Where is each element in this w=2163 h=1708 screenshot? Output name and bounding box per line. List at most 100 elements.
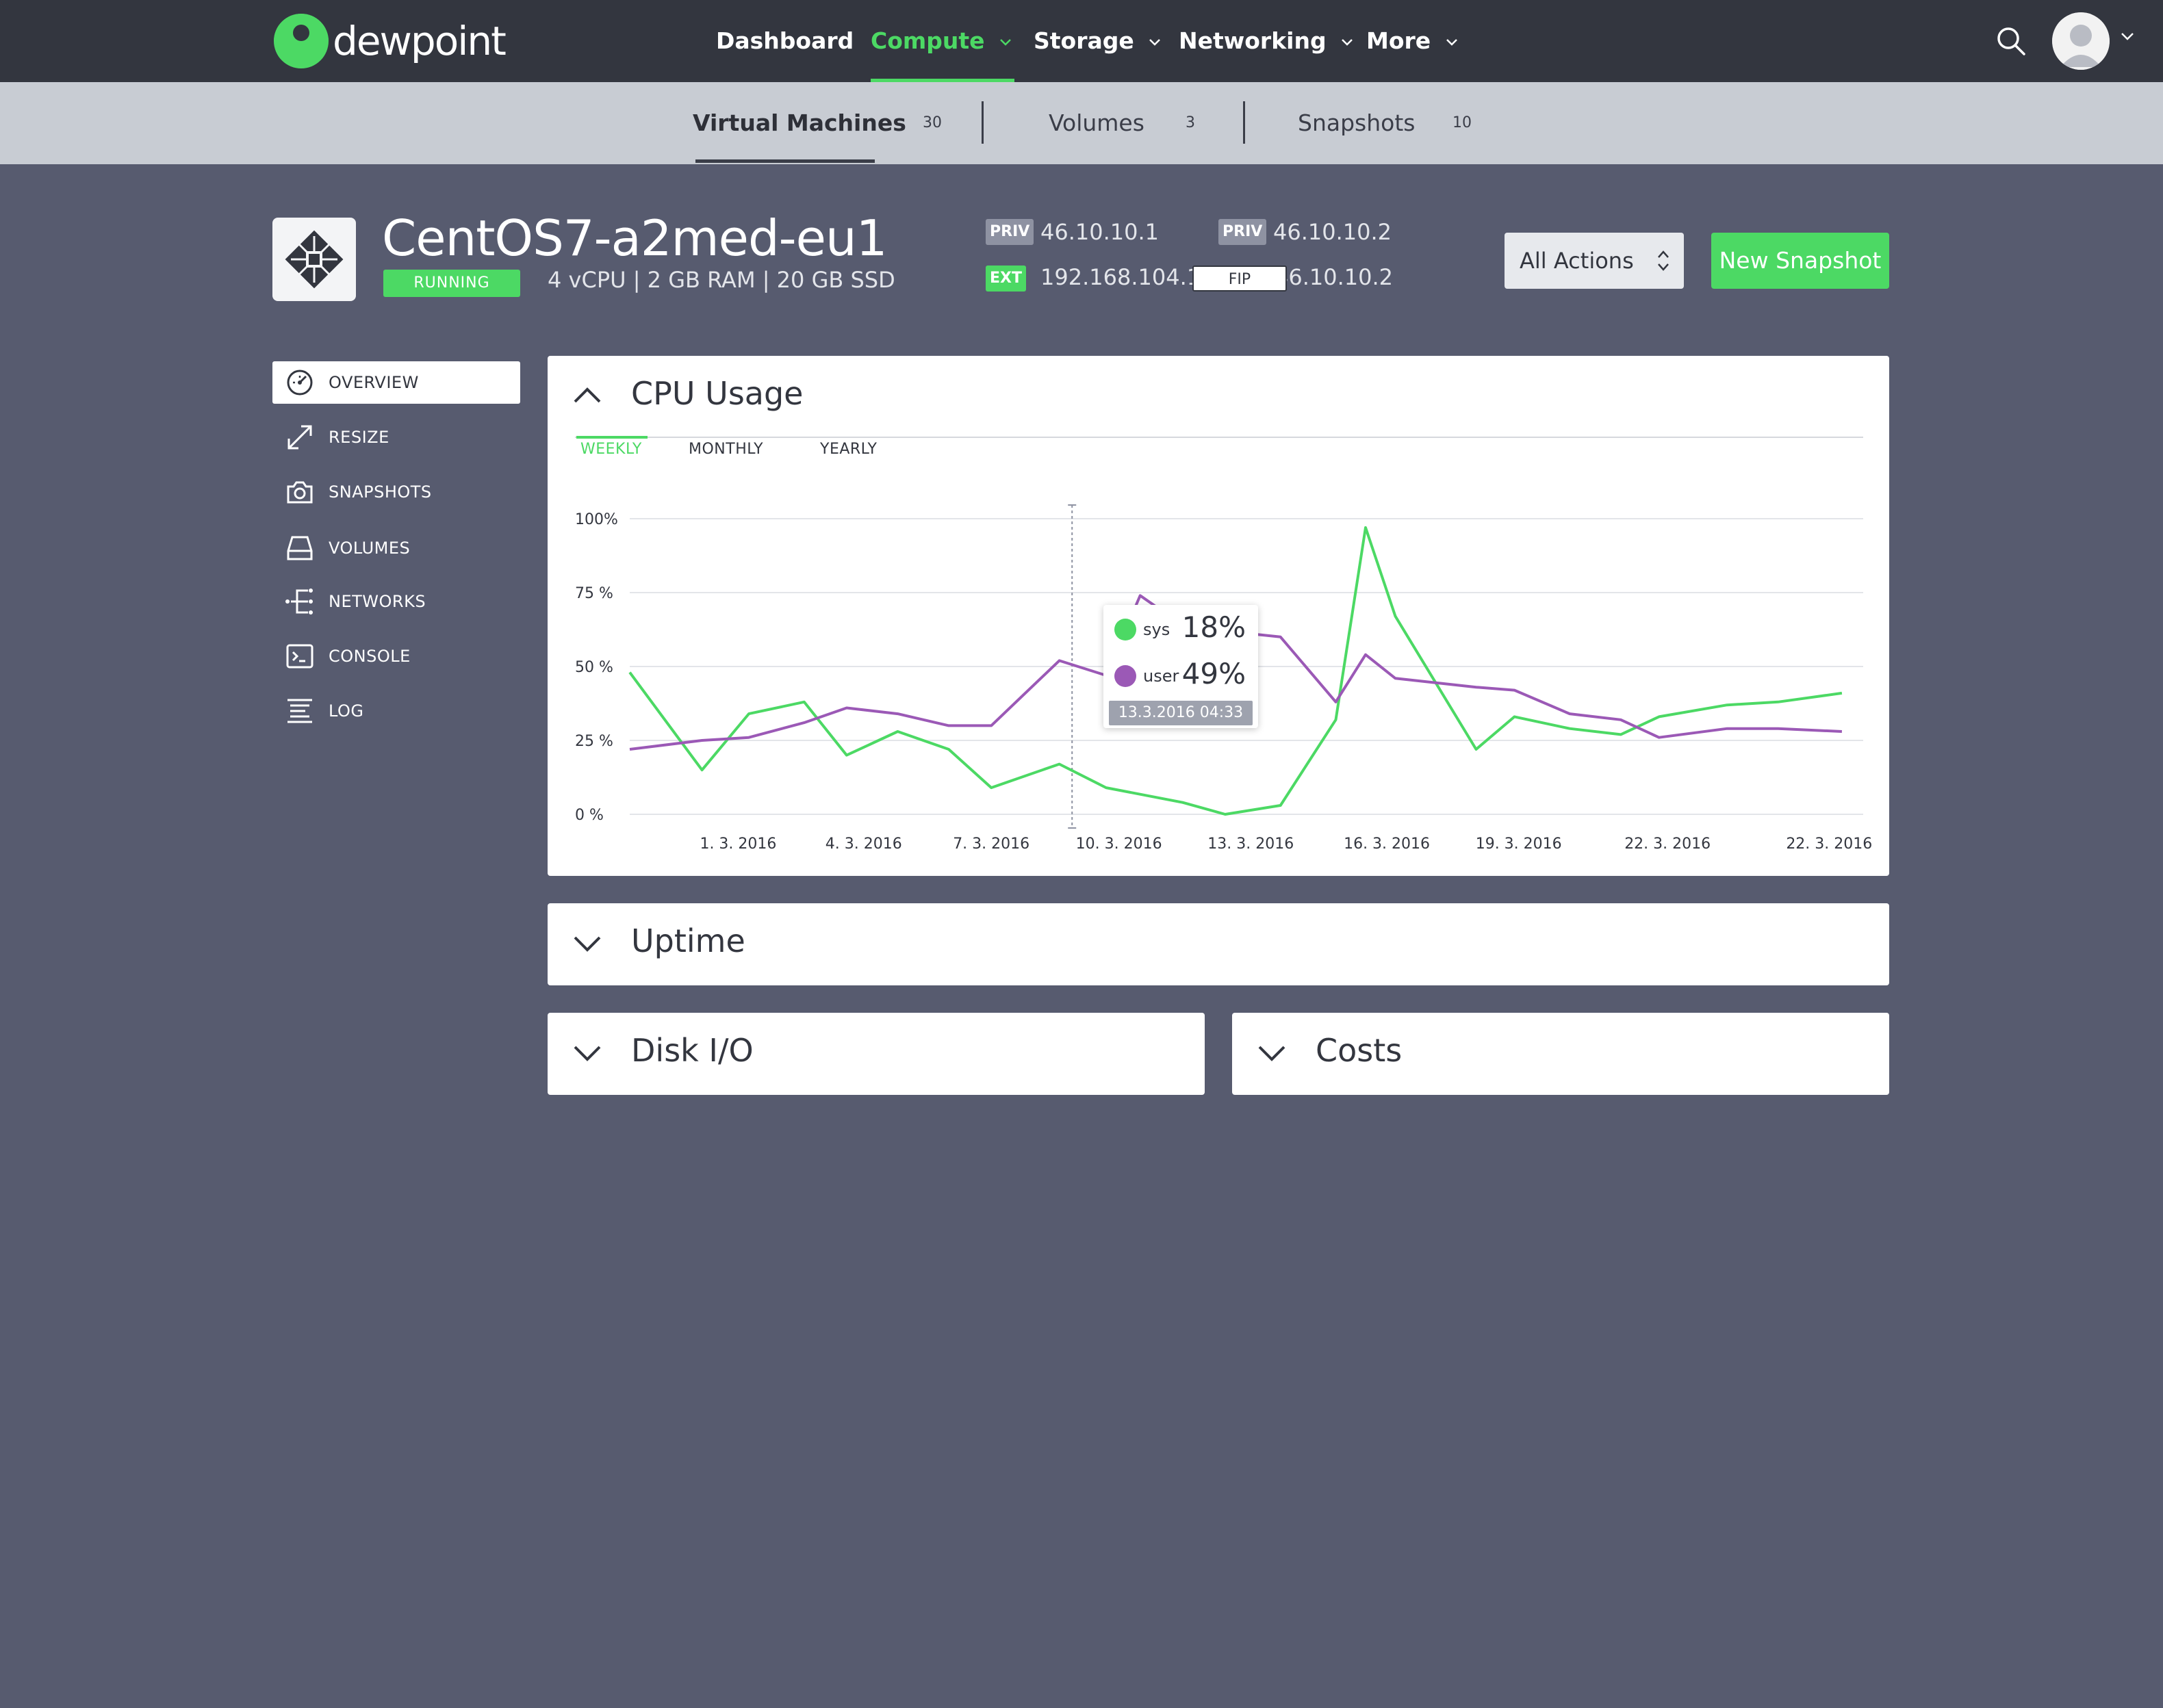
nav-label: Compute [871,27,985,54]
select-arrows-icon [1658,250,1669,271]
side-item-networks[interactable]: NETWORKS [272,580,520,623]
tooltip-date: 13.3.2016 04:33 [1109,701,1253,725]
chevron-down-icon[interactable] [572,933,602,954]
subnav-label: Snapshots [1298,109,1416,136]
subnav-count: 10 [1452,114,1472,131]
status-badge: RUNNING [383,270,520,297]
user-legend-dot [1114,665,1136,687]
subnav-label: Volumes [1049,109,1144,136]
x-tick-label: 1. 3. 2016 [700,836,776,853]
subnav-label: Virtual Machines [693,109,906,136]
side-item-overview[interactable]: OVERVIEW [272,361,520,404]
side-item-label: SNAPSHOTS [329,482,432,502]
subnav-active-indicator [695,159,875,163]
side-item-resize[interactable]: RESIZE [272,416,520,458]
chevron-down-icon[interactable] [572,1043,602,1063]
x-tick-label: 22. 3. 2016 [1624,836,1711,853]
side-item-log[interactable]: LOG [272,690,520,732]
tooltip-row-sys: sys 18% [1114,610,1251,645]
costs-panel[interactable]: Costs [1232,1013,1889,1095]
side-item-label: VOLUMES [329,539,411,558]
search-icon[interactable] [1996,26,2026,56]
chevron-down-icon[interactable] [1257,1043,1287,1063]
network-icon [285,588,313,614]
centos-os-icon [272,218,356,301]
resize-arrows-icon [287,425,312,450]
panel-title: Uptime [631,922,745,959]
vm-specs: 4 vCPU | 2 GB RAM | 20 GB SSD [548,267,895,293]
x-tick-label: 22. 3. 2016 [1786,836,1872,853]
nav-storage[interactable]: Storage [1034,0,1161,82]
all-actions-select[interactable]: All Actions [1505,233,1684,289]
x-tick-label: 16. 3. 2016 [1344,836,1430,853]
x-tick-label: 10. 3. 2016 [1076,836,1162,853]
brand-logo[interactable]: dewpoint [272,12,507,70]
y-tick-label: 0 % [575,807,604,824]
side-item-console[interactable]: CONSOLE [272,635,520,677]
nav-label: Dashboard [716,27,854,54]
sys-legend-dot [1114,619,1136,640]
chevron-down-icon [1149,38,1161,46]
speedometer-icon [287,370,313,396]
side-item-label: LOG [329,701,364,721]
terminal-icon [286,644,313,669]
divider [1243,101,1245,144]
y-tick-label: 25 % [575,733,613,750]
floating-ip: 46.10.10.2 [1275,264,1394,290]
side-item-volumes[interactable]: VOLUMES [272,527,520,569]
x-tick-label: 7. 3. 2016 [953,836,1029,853]
select-value: All Actions [1520,248,1634,274]
nav-label: More [1366,27,1431,54]
top-navigation-bar: dewpoint Dashboard Compute Storage Netwo… [0,0,2163,82]
nav-more[interactable]: More [1366,0,1458,82]
log-lines-icon [287,699,312,723]
side-item-snapshots[interactable]: SNAPSHOTS [272,471,520,513]
private-ip: 46.10.10.1 [1040,219,1160,245]
cpu-usage-panel: CPU Usage WEEKLY MONTHLY YEARLY 100% 75 %… [548,356,1889,876]
tooltip-value: 18% [1181,610,1246,644]
subnav-virtual-machines[interactable]: Virtual Machines [693,82,906,164]
panel-title: Disk I/O [631,1032,754,1069]
priv-tag: PRIV [1218,219,1267,245]
fip-tag: FIP [1192,266,1287,292]
uptime-panel[interactable]: Uptime [548,903,1889,985]
tooltip-row-user: user 49% [1114,657,1251,691]
subnav-count: 3 [1186,114,1195,131]
nav-networking[interactable]: Networking [1179,0,1353,82]
chart-tooltip: sys 18% user 49% 13.3.2016 04:33 [1103,605,1258,728]
chevron-down-icon [1000,38,1011,46]
nav-label: Storage [1034,27,1134,54]
y-tick-label: 50 % [575,659,613,676]
tooltip-series-name: user [1143,667,1179,686]
side-item-label: NETWORKS [329,592,426,611]
x-tick-label: 19. 3. 2016 [1476,836,1562,853]
dewpoint-logo-icon [274,14,329,68]
nav-dashboard[interactable]: Dashboard [716,0,854,82]
subnav-volumes[interactable]: Volumes [1049,82,1144,164]
x-tick-label: 13. 3. 2016 [1207,836,1294,853]
subnav-snapshots[interactable]: Snapshots [1298,82,1415,164]
new-snapshot-button[interactable]: New Snapshot [1711,233,1889,289]
nav-compute[interactable]: Compute [871,0,1015,82]
disk-io-panel[interactable]: Disk I/O [548,1013,1205,1095]
user-avatar-icon [2052,12,2110,70]
y-tick-label: 100% [575,511,618,528]
camera-icon [287,481,313,504]
centos-logo-icon [285,230,344,289]
nav-label: Networking [1179,27,1327,54]
ext-tag: EXT [986,266,1026,292]
divider [982,101,984,144]
brand-name: dewpoint [333,18,507,64]
x-tick-label: 4. 3. 2016 [825,836,902,853]
side-item-label: OVERVIEW [329,373,419,392]
chevron-down-icon [1446,38,1457,46]
tooltip-value: 49% [1181,657,1246,690]
panel-title: Costs [1316,1032,1403,1069]
y-tick-label: 75 % [575,585,613,602]
priv-tag: PRIV [986,219,1034,245]
vm-name: CentOS7-a2med-eu1 [382,209,887,267]
subnav-count: 30 [923,114,942,131]
chevron-down-icon[interactable] [2121,31,2134,41]
user-avatar[interactable] [2052,12,2110,70]
side-item-label: RESIZE [329,428,389,447]
